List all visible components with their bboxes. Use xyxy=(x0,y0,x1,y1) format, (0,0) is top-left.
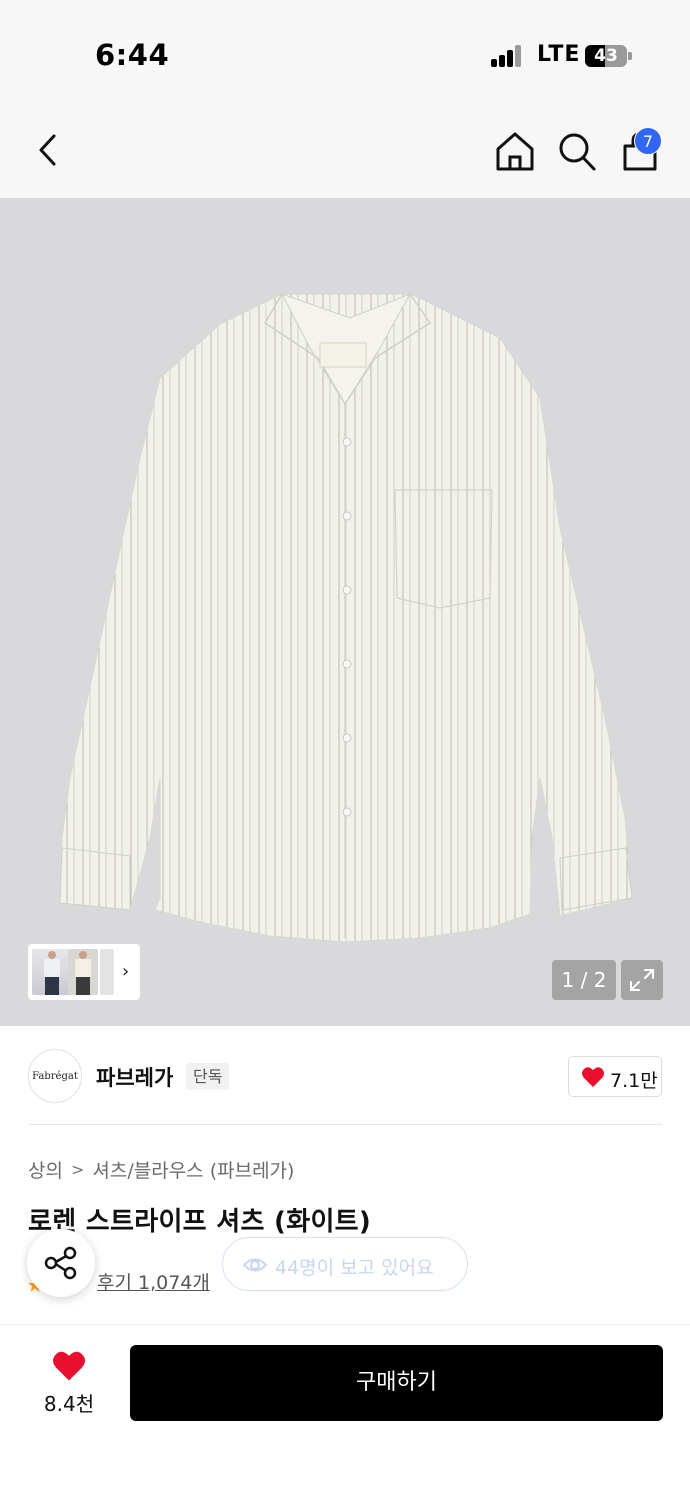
viewers-pill: 44명이 보고 있어요 xyxy=(222,1237,468,1291)
search-icon xyxy=(559,133,596,171)
breadcrumb-separator-icon: > xyxy=(70,1160,85,1179)
breadcrumb-item[interactable]: 셔츠/블라우스 (파브레가) xyxy=(92,1156,294,1183)
back-button[interactable] xyxy=(32,130,68,170)
wishlist-button[interactable]: 8.4천 xyxy=(30,1346,108,1420)
home-icon xyxy=(496,132,534,171)
buy-button[interactable]: 구매하기 xyxy=(130,1345,663,1421)
top-nav-bar xyxy=(0,105,690,198)
divider xyxy=(28,1124,662,1125)
breadcrumb-item[interactable]: 상의 xyxy=(28,1156,63,1183)
product-image-gallery[interactable]: › 1 / 2 xyxy=(0,198,690,1026)
breadcrumb: 상의 > 셔츠/블라우스 (파브레가) xyxy=(28,1156,294,1183)
expand-image-button[interactable] xyxy=(621,960,663,1000)
image-page-indicator: 1 / 2 xyxy=(552,960,616,1000)
search-button[interactable] xyxy=(556,129,598,173)
eye-icon xyxy=(243,1258,267,1272)
status-bar: 6:44 LTE 43 xyxy=(0,0,690,105)
brand-like-count: 7.1만 xyxy=(610,1070,658,1092)
wishlist-count: 8.4천 xyxy=(43,1392,95,1416)
brand-name[interactable]: 파브레가 xyxy=(96,1062,173,1092)
share-button[interactable] xyxy=(27,1229,95,1297)
brand-logo[interactable]: Fabrégat xyxy=(28,1049,82,1103)
thumbnail-shirt[interactable] xyxy=(100,949,114,995)
home-button[interactable] xyxy=(494,129,536,173)
thumbnail-model-2[interactable] xyxy=(68,949,98,995)
battery-level: 43 xyxy=(594,46,618,66)
brand-like-button[interactable]: 7.1만 xyxy=(568,1056,662,1097)
thumbnail-next-icon[interactable]: › xyxy=(122,961,129,982)
status-time: 6:44 xyxy=(95,38,170,72)
heart-icon xyxy=(53,1351,85,1381)
heart-icon xyxy=(582,1067,604,1087)
cart-count-badge: 7 xyxy=(634,127,662,155)
review-count-link[interactable]: 후기 1,074개 xyxy=(97,1268,210,1295)
chevron-left-icon xyxy=(39,134,56,166)
thumbnail-strip[interactable]: › xyxy=(28,944,140,1000)
expand-icon xyxy=(630,969,654,991)
exclusive-badge: 단독 xyxy=(186,1063,230,1090)
share-icon xyxy=(44,1246,77,1280)
network-label: LTE xyxy=(537,42,581,67)
battery-cap xyxy=(628,52,632,60)
signal-icon xyxy=(491,45,523,67)
viewers-text: 44명이 보고 있어요 xyxy=(275,1257,434,1279)
battery-icon: 43 xyxy=(585,45,627,67)
product-photo-shirt xyxy=(59,293,633,943)
